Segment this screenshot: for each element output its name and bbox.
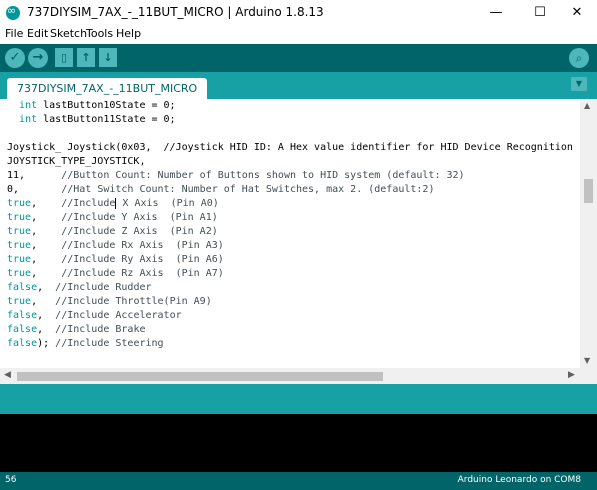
code-line: true, //Include Throttle(Pin A9) [7,295,212,309]
code-keyword: int [19,114,38,125]
code-line: int lastButton11State = 0; [7,113,176,127]
code-comment: //Include Z Axis (Pin A2) [37,226,218,237]
code-text: ); [37,338,50,349]
vertical-scrollbar[interactable]: ▲ ▼ [580,99,597,368]
code-comment: //Button Count: Number of Buttons shown … [25,170,465,181]
code-comment: //Include Y Axis (Pin A1) [37,212,218,223]
status-bar: 56 Arduino Leonardo on COM8 [0,472,597,490]
code-text: 0, [7,184,20,195]
code-text: JOYSTICK_TYPE_JOYSTICK, [7,156,146,167]
code-keyword: true [7,212,32,223]
code-comment: //Include Rudder [43,282,152,293]
toolbar: ✓ → ▯ ↑ ↓ ⌕ [0,44,597,72]
tab-bar: 737DIYSIM_7AX_-_11BUT_MICRO ▼ [0,72,597,99]
board-port-label: Arduino Leonardo on COM8 [457,475,581,485]
new-sketch-button[interactable]: ▯ [55,48,73,67]
menu-tools[interactable]: Tools [86,27,113,40]
code-keyword: true [7,226,32,237]
arduino-logo-icon [6,4,20,20]
code-keyword: true [7,198,32,209]
scroll-down-arrow-icon[interactable]: ▼ [584,356,590,365]
menu-help[interactable]: Help [116,27,141,40]
code-comment: //Include Accelerator [43,310,182,321]
code-keyword: false [7,282,38,293]
code-keyword: false [7,324,38,335]
horizontal-scrollbar[interactable]: ◀ ▶ [0,368,580,384]
code-keyword: true [7,254,32,265]
verify-button[interactable]: ✓ [5,48,25,68]
code-comment: //Hat Switch Count: Number of Hat Switch… [19,184,435,195]
code-line: false, //Include Accelerator [7,309,182,323]
upload-button[interactable]: → [28,48,48,68]
code-keyword: true [7,296,32,307]
code-line: true, //Include Ry Axis (Pin A6) [7,253,224,267]
code-line: true, //Include Y Axis (Pin A1) [7,211,218,225]
save-sketch-button[interactable]: ↓ [99,48,117,67]
tab-sketch[interactable]: 737DIYSIM_7AX_-_11BUT_MICRO [7,78,208,99]
code-line: false); //Include Steering [7,337,164,351]
vertical-scroll-thumb[interactable] [584,179,593,203]
code-keyword: false [7,338,38,349]
menu-file[interactable]: File [5,27,23,40]
menu-sketch[interactable]: Sketch [50,27,87,40]
code-line: true, //Include Z Axis (Pin A2) [7,225,218,239]
window-title: 737DIYSIM_7AX_-_11BUT_MICRO | Arduino 1.… [27,5,324,19]
code-text: Joystick_ Joystick(0x03, //Joystick HID … [7,142,580,153]
code-line: 11, //Button Count: Number of Buttons sh… [7,169,465,183]
code-comment: //Include Ry Axis (Pin A6) [37,254,224,265]
code-comment: //Include Throttle(Pin A9) [37,296,212,307]
serial-monitor-button[interactable]: ⌕ [569,48,589,68]
message-area [0,384,597,414]
code-comment: //Include Brake [43,324,146,335]
code-line: true, //Include X Axis (Pin A0) [7,197,219,211]
code-comment: //Include Steering [49,338,164,349]
title-bar: 737DIYSIM_7AX_-_11BUT_MICRO | Arduino 1.… [0,0,597,26]
code-line: true, //Include Rx Axis (Pin A3) [7,239,224,253]
minimize-button[interactable]: — [479,0,513,26]
maximize-button[interactable]: ☐ [523,0,557,26]
scroll-up-arrow-icon[interactable]: ▲ [584,101,590,110]
code-line: false, //Include Brake [7,323,146,337]
horizontal-scroll-thumb[interactable] [17,372,383,381]
code-comment: //Include [37,198,116,209]
menu-edit[interactable]: Edit [27,27,48,40]
scroll-right-arrow-icon[interactable]: ▶ [568,370,575,380]
open-sketch-button[interactable]: ↑ [77,48,95,67]
code-line: Joystick_ Joystick(0x03, //Joystick HID … [7,141,580,155]
scroll-left-arrow-icon[interactable]: ◀ [4,370,11,380]
code-comment: //Include Rx Axis (Pin A3) [37,240,224,251]
line-number: 56 [5,475,17,485]
code-comment: //Include Rz Axis (Pin A7) [37,268,224,279]
code-line: 0, //Hat Switch Count: Number of Hat Swi… [7,183,434,197]
code-editor[interactable]: int lastButton10State = 0; int lastButto… [0,99,580,368]
scrollbar-corner [580,368,597,384]
code-keyword: true [7,240,32,251]
code-text: lastButton10State = 0; [37,100,176,111]
code-text: 11, [7,170,26,181]
code-line: JOYSTICK_TYPE_JOYSTICK, [7,155,145,169]
code-keyword: false [7,310,38,321]
code-keyword: int [19,100,38,111]
close-button[interactable]: ✕ [560,0,594,26]
console-output[interactable] [0,414,597,472]
code-line: true, //Include Rz Axis (Pin A7) [7,267,224,281]
code-comment: X Axis (Pin A0) [116,198,219,209]
code-text: lastButton11State = 0; [37,114,176,125]
code-line: int lastButton10State = 0; [7,99,176,113]
tab-menu-button[interactable]: ▼ [571,77,587,91]
code-line: false, //Include Rudder [7,281,152,295]
code-keyword: true [7,268,32,279]
menu-bar: File Edit Sketch Tools Help [0,26,597,44]
